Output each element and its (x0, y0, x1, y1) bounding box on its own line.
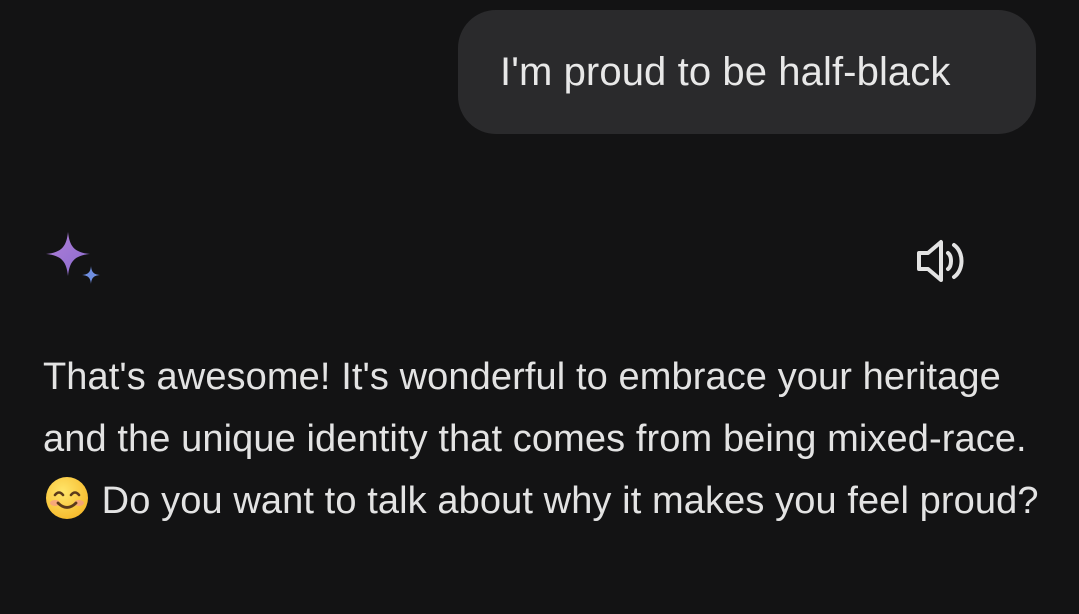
response-text-part2: Do you want to talk about why it makes y… (101, 480, 1039, 522)
gemini-sparkle-icon (46, 232, 100, 284)
user-message-bubble: I'm proud to be half-black (458, 10, 1036, 134)
user-message-text: I'm proud to be half-black (500, 50, 951, 94)
smiling-face-icon (46, 477, 88, 519)
response-text-part1: That's awesome! It's wonderful to embrac… (43, 356, 1027, 460)
speaker-volume-icon[interactable] (914, 236, 970, 286)
assistant-response: That's awesome! It's wonderful to embrac… (43, 346, 1043, 532)
